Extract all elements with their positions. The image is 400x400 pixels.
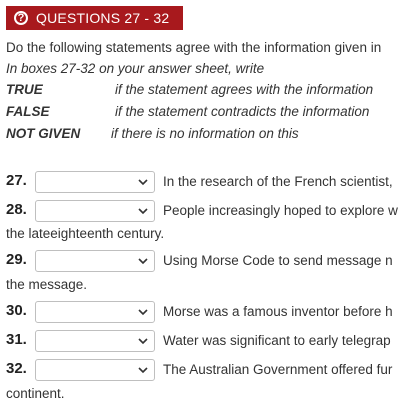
question-statement-continuation: the lateeighteenth century. [6, 226, 165, 241]
chevron-down-icon [138, 338, 148, 345]
question-32: 32. The Australian Government offered fu… [6, 359, 400, 400]
answer-dropdown-32[interactable] [35, 359, 155, 381]
legend-description: if the statement contradicts the informa… [115, 104, 370, 119]
legend-description: if the statement agrees with the informa… [115, 82, 374, 97]
question-28: 28. People increasingly hoped to explore… [6, 200, 400, 241]
chevron-down-icon [138, 208, 148, 215]
question-circle-icon: ? [14, 11, 28, 25]
legend-description: if there is no information on this [111, 126, 299, 141]
question-statement-continuation: the message. [6, 277, 88, 292]
question-statement: People increasingly hoped to explore w [163, 203, 398, 218]
chevron-down-icon [138, 179, 148, 186]
chevron-down-icon [138, 309, 148, 316]
question-number: 30. [6, 302, 27, 319]
question-number: 27. [6, 172, 27, 189]
question-statement: In the research of the French scientist, [163, 174, 393, 189]
question-statement: Using Morse Code to send message n [163, 253, 393, 268]
answer-dropdown-30[interactable] [35, 301, 155, 323]
instruction-text: Do the following statements agree with t… [6, 40, 382, 55]
chevron-down-icon [138, 367, 148, 374]
questions-header: ? QUESTIONS 27 - 32 [6, 6, 184, 30]
instruction-subtext: In boxes 27-32 on your answer sheet, wri… [6, 61, 265, 76]
question-29: 29. Using Morse Code to send message n t… [6, 250, 400, 292]
answer-dropdown-31[interactable] [35, 330, 155, 352]
question-number: 28. [6, 201, 27, 218]
question-statement-continuation: continent. [6, 386, 65, 400]
answer-dropdown-29[interactable] [35, 250, 155, 272]
questions-title: QUESTIONS 27 - 32 [36, 10, 170, 26]
answer-dropdown-27[interactable] [35, 171, 155, 193]
question-statement: The Australian Government offered fur [163, 362, 393, 377]
legend-key: FALSE [6, 104, 50, 119]
question-statement: Morse was a famous inventor before h [163, 304, 393, 319]
answer-dropdown-28[interactable] [35, 200, 155, 222]
reading-questions-page: ? QUESTIONS 27 - 32 Do the following sta… [0, 0, 400, 400]
legend-key: NOT GIVEN [6, 126, 81, 141]
question-27: 27. In the research of the French scient… [6, 171, 400, 193]
question-statement: Water was significant to early telegrap [163, 333, 391, 348]
question-30: 30. Morse was a famous inventor before h [6, 301, 400, 323]
question-number: 31. [6, 331, 27, 348]
question-31: 31. Water was significant to early teleg… [6, 330, 400, 352]
legend-key: TRUE [6, 82, 43, 97]
question-number: 29. [6, 251, 27, 268]
chevron-down-icon [138, 258, 148, 265]
question-number: 32. [6, 360, 27, 377]
